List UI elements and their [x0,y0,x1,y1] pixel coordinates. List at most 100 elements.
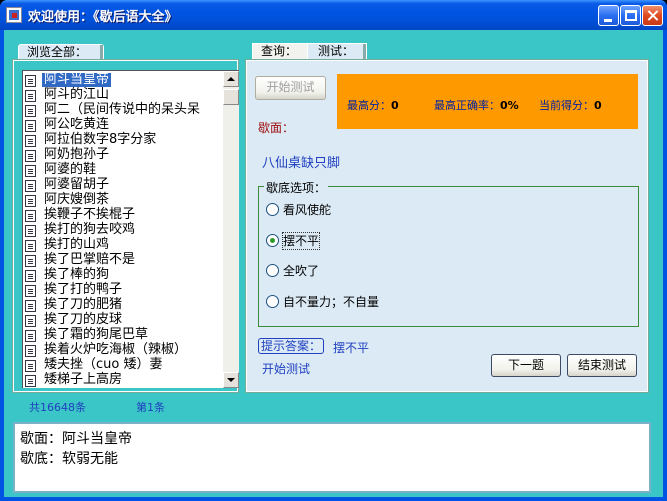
maximize-button[interactable] [620,5,641,26]
start-test-button[interactable]: 开始测试 [255,76,326,100]
document-icon [25,240,36,252]
list-item[interactable]: 阿公吃黄连 [23,118,223,133]
minimize-icon [604,19,612,22]
list-item[interactable]: 挨了棒的狗 [23,268,223,283]
document-icon [25,90,36,102]
next-question-button[interactable]: 下一题 [491,354,561,377]
document-icon [25,165,36,177]
score-panel: 最高分：0 最高正确率：0% 当前得分：0 [337,74,638,129]
list-item-label: 阿婆的鞋 [44,162,97,177]
list-item-label: 矮梯子上高房 [44,372,123,387]
list-item[interactable]: 阿斗当皇帝 [23,73,223,88]
list-scrollbar[interactable] [223,71,239,388]
document-icon [25,345,36,357]
app-window: 欢迎使用：《歇后语大全》 浏览全部： 阿斗当皇帝 阿斗的江山 阿二（民间传说中的呆头… [0,0,667,501]
list-item[interactable]: 挨了刀的肥猪 [23,298,223,313]
options-title: 歇底选项： [264,179,329,196]
minimize-button[interactable] [598,5,619,26]
list-item[interactable]: 矮夫挫（cuo 矮）妻 [23,358,223,373]
document-icon [25,300,36,312]
document-icon [25,330,36,342]
list-item-label: 挨了巴掌赔不是 [44,252,136,267]
title-bar[interactable]: 欢迎使用：《歇后语大全》 [0,0,667,30]
window-title: 欢迎使用：《歇后语大全》 [28,10,178,25]
detail-line-answer: 歇底：软弱无能 [20,451,118,467]
current-index: 第1条 [136,401,165,414]
max-accuracy-label: 最高正确率： [434,99,500,112]
document-icon [25,150,36,162]
list-item[interactable]: 阿庆嫂倒茶 [23,193,223,208]
list-item[interactable]: 阿二（民间传说中的呆头呆 [23,103,223,118]
list-item[interactable]: 挨打的山鸡 [23,238,223,253]
list-item-label: 挨鞭子不挨棍子 [44,207,136,222]
list-item[interactable]: 阿拉伯数字8字分家 [23,133,223,148]
list-item[interactable]: 挨打的狗去咬鸡 [23,223,223,238]
radio-selected-icon[interactable] [266,234,279,247]
tab-query[interactable]: 查询： [252,43,308,60]
document-icon [25,195,36,207]
close-button[interactable] [642,5,663,26]
scroll-up-button[interactable] [223,71,239,87]
list-item-label: 阿公吃黄连 [44,117,110,132]
list-item[interactable]: 矮梯子上高房 [23,373,223,388]
list-item[interactable]: 挨了打的鸭子 [23,283,223,298]
document-icon [25,270,36,282]
document-icon [25,75,36,87]
max-score: 最高分：0 [347,97,399,113]
current-score-value: 0 [594,99,602,112]
document-icon [25,210,36,222]
question-text: 八仙桌缺只脚 [262,156,341,171]
current-score-label: 当前得分： [539,99,594,112]
list-item-label: 挨了刀的皮球 [44,312,123,327]
list-item-label: 挨了刀的肥猪 [44,297,123,312]
list-item[interactable]: 挨了巴掌赔不是 [23,253,223,268]
list-item[interactable]: 挨着火炉吃海椒（辣椒） [23,343,223,358]
radio-icon[interactable] [266,203,279,216]
document-icon [25,375,36,387]
scroll-thumb[interactable] [223,89,239,105]
question-label: 歇面： [258,121,295,135]
list-item[interactable]: 阿斗的江山 [23,88,223,103]
scroll-down-button[interactable] [223,372,239,388]
list-item-label: 阿二（民间传说中的呆头呆 [44,102,201,117]
document-icon [25,255,36,267]
total-count: 共16648条 [29,401,86,414]
detail-textbox[interactable]: 歇面：阿斗当皇帝 歇底：软弱无能 [13,422,651,493]
hint-answer-text: 摆不平 [333,341,370,355]
list-item[interactable]: 挨了刀的皮球 [23,313,223,328]
app-icon[interactable] [6,7,22,23]
list-item[interactable]: 阿婆留胡子 [23,178,223,193]
option-label: 摆不平 [281,232,321,250]
list-item-label: 矮夫挫（cuo 矮）妻 [44,357,163,372]
max-accuracy-value: 0% [500,99,519,112]
end-test-button[interactable]: 结束测试 [567,354,637,377]
list-item-label: 阿斗的江山 [44,87,110,102]
document-icon [25,120,36,132]
option-label: 自不量力；不自量 [283,295,380,309]
document-icon [25,105,36,117]
tab-test[interactable]: 测试： [307,43,367,60]
idiom-listbox[interactable]: 阿斗当皇帝 阿斗的江山 阿二（民间传说中的呆头呆 阿公吃黄连 阿拉伯数字8字分家 阿奶抱孙… [22,70,239,388]
document-icon [25,225,36,237]
list-item-label: 阿斗当皇帝 [42,72,112,87]
document-icon [25,180,36,192]
list-item[interactable]: 阿奶抱孙子 [23,148,223,163]
list-item-label: 阿拉伯数字8字分家 [44,132,157,147]
radio-icon[interactable] [266,264,279,277]
close-icon [643,6,662,25]
list-item-label: 挨了棒的狗 [44,267,110,282]
radio-icon[interactable] [266,295,279,308]
max-score-value: 0 [391,99,399,112]
list-item-label: 阿奶抱孙子 [44,147,110,162]
tab-browse-all[interactable]: 浏览全部： [18,44,104,61]
maximize-icon [625,10,637,21]
document-icon [25,360,36,372]
max-accuracy: 最高正确率：0% [434,97,519,113]
document-icon [25,285,36,297]
option-label: 全吹了 [283,264,320,278]
hint-answer-button[interactable]: 提示答案： [258,338,324,354]
list-item[interactable]: 挨鞭子不挨棍子 [23,208,223,223]
list-item-label: 挨打的狗去咬鸡 [44,222,136,237]
list-item[interactable]: 挨了霜的狗尾巴草 [23,328,223,343]
list-item[interactable]: 阿婆的鞋 [23,163,223,178]
